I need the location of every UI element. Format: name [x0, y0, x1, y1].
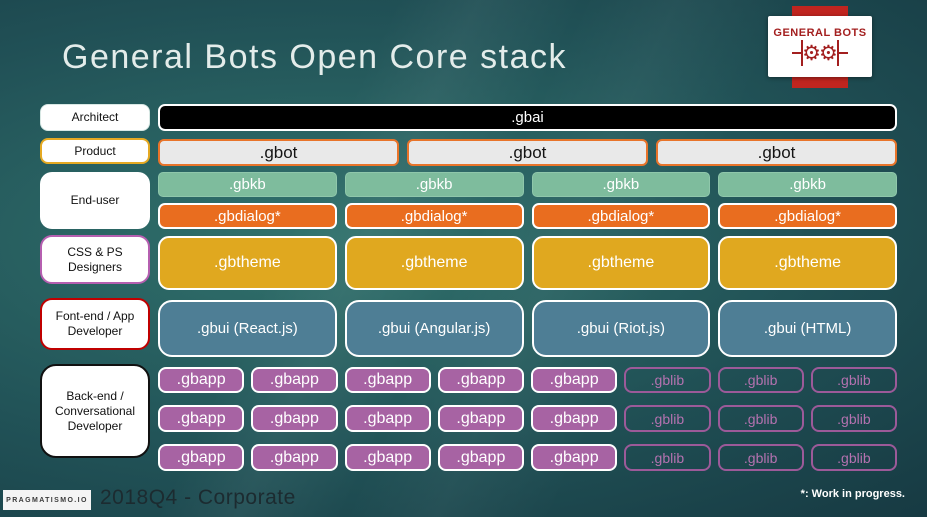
gbapp-box: .gbapp: [437, 405, 524, 432]
gear-glyph-2: ⚙: [819, 41, 838, 65]
general-bots-logo: GENERAL BOTS ⚙ ⚙: [768, 16, 872, 77]
gbapp-box: .gbapp: [158, 405, 245, 432]
label-product: Product: [40, 138, 150, 164]
gblib-box: .gblib: [717, 405, 804, 432]
gbapp-box: .gbapp: [251, 367, 338, 393]
gbapp-box: .gbapp: [344, 444, 431, 471]
footer-date-text: 2018Q4 - Corporate: [100, 486, 296, 509]
row-gbui: .gbui (React.js) .gbui (Angular.js) .gbu…: [158, 300, 897, 357]
gbot-box: .gbot: [158, 139, 399, 166]
gbapp-box: .gbapp: [531, 405, 618, 432]
label-css-ps-designers: CSS & PS Designers: [40, 235, 150, 284]
gbapp-box: .gbapp: [344, 367, 431, 393]
gbapp-box: .gbapp: [158, 367, 245, 393]
gbot-box: .gbot: [656, 139, 897, 166]
gbkb-box: .gbkb: [158, 172, 337, 197]
label-backend-conversational-developer: Back-end / Conversational Developer: [40, 364, 150, 458]
gbtheme-box: .gbtheme: [344, 236, 524, 290]
gbui-react-box: .gbui (React.js): [158, 300, 337, 357]
row-backend-1: .gbapp .gbapp .gbapp .gbapp .gbapp .gbli…: [158, 367, 897, 393]
gbai-box: .gbai: [158, 104, 897, 131]
gbapp-box: .gbapp: [531, 367, 618, 393]
row-architect: .gbai: [158, 104, 897, 131]
row-gbdialog: .gbdialog* .gbdialog* .gbdialog* .gbdial…: [158, 203, 897, 229]
gbtheme-box: .gbtheme: [531, 236, 711, 290]
work-in-progress-note: *: Work in progress.: [800, 488, 905, 500]
gbdialog-box: .gbdialog*: [531, 203, 711, 229]
gbdialog-box: .gbdialog*: [158, 203, 337, 229]
gbui-riot-box: .gbui (Riot.js): [531, 300, 711, 357]
row-gbtheme: .gbtheme .gbtheme .gbtheme .gbtheme: [158, 236, 897, 290]
gbot-box: .gbot: [407, 139, 648, 166]
gblib-box: .gblib: [624, 405, 711, 432]
gblib-box: .gblib: [810, 367, 897, 393]
pragmatismo-logo: PRAGMATISMO.IO: [3, 490, 91, 510]
gbapp-box: .gbapp: [344, 405, 431, 432]
gbapp-box: .gbapp: [251, 405, 338, 432]
gbapp-box: .gbapp: [531, 444, 618, 471]
gblib-box: .gblib: [717, 367, 804, 393]
gear-line-left: [792, 52, 802, 54]
gblib-box: .gblib: [717, 444, 804, 471]
gblib-box: .gblib: [810, 444, 897, 471]
row-backend-2: .gbapp .gbapp .gbapp .gbapp .gbapp .gbli…: [158, 405, 897, 432]
gbdialog-box: .gbdialog*: [718, 203, 897, 229]
gbkb-box: .gbkb: [531, 172, 711, 197]
gblib-box: .gblib: [810, 405, 897, 432]
slide: General Bots Open Core stack GENERAL BOT…: [0, 0, 927, 517]
gbdialog-box: .gbdialog*: [344, 203, 524, 229]
gbapp-box: .gbapp: [158, 444, 245, 471]
gbtheme-box: .gbtheme: [158, 236, 337, 290]
gbapp-box: .gbapp: [251, 444, 338, 471]
gear-icon: ⚙ ⚙: [792, 40, 848, 66]
gbapp-box: .gbapp: [437, 367, 524, 393]
gbui-html-box: .gbui (HTML): [718, 300, 897, 357]
gbui-angular-box: .gbui (Angular.js): [344, 300, 524, 357]
gblib-box: .gblib: [624, 444, 711, 471]
row-backend-3: .gbapp .gbapp .gbapp .gbapp .gbapp .gbli…: [158, 444, 897, 471]
row-product: .gbot .gbot .gbot: [158, 139, 897, 166]
gear-line-right: [838, 52, 848, 54]
gblib-box: .gblib: [624, 367, 711, 393]
gbapp-box: .gbapp: [437, 444, 524, 471]
row-gbkb: .gbkb .gbkb .gbkb .gbkb: [158, 172, 897, 197]
gbtheme-box: .gbtheme: [718, 236, 897, 290]
label-frontend-app-developer: Font-end / App Developer: [40, 298, 150, 350]
label-architect: Architect: [40, 104, 150, 131]
gbkb-box: .gbkb: [344, 172, 524, 197]
logo-brand-text: GENERAL BOTS: [773, 27, 867, 39]
label-end-user: End-user: [40, 172, 150, 229]
gbkb-box: .gbkb: [718, 172, 897, 197]
page-title: General Bots Open Core stack: [62, 38, 568, 76]
